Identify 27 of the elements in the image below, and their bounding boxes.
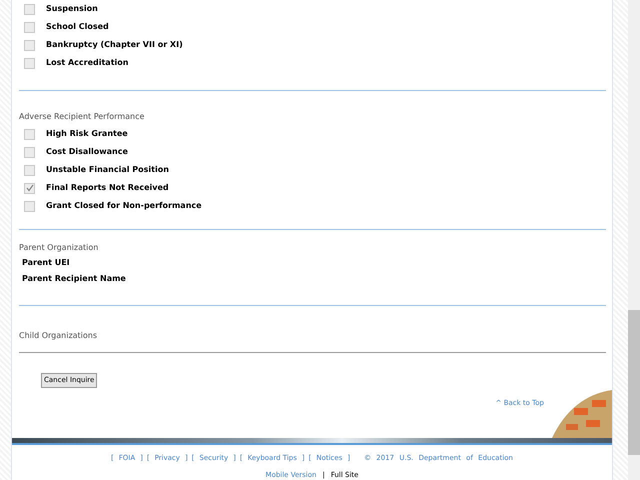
checkbox-label: Cost Disallowance bbox=[46, 146, 128, 158]
checkbox[interactable] bbox=[24, 22, 35, 32]
checkbox[interactable] bbox=[24, 4, 35, 14]
section-title: Child Organizations bbox=[19, 330, 98, 342]
checkbox-label: Lost Accreditation bbox=[46, 57, 128, 69]
checkbox[interactable] bbox=[24, 40, 35, 50]
checkbox-label: Unstable Financial Position bbox=[46, 164, 169, 176]
checkbox-label: Final Reports Not Received bbox=[46, 182, 169, 194]
scrollbar-thumb[interactable] bbox=[628, 310, 640, 455]
field-label: Parent Recipient Name bbox=[21, 273, 127, 285]
section-title: Parent Organization bbox=[19, 242, 100, 254]
section-title: Adverse Recipient Performance bbox=[19, 111, 146, 123]
field-label: Parent UEI bbox=[21, 257, 71, 269]
checkbox-label: School Closed bbox=[46, 21, 109, 33]
checkbox[interactable] bbox=[24, 128, 35, 140]
checkbox[interactable] bbox=[24, 182, 35, 194]
checkbox-label: Bankruptcy (Chapter VII or XI) bbox=[46, 39, 183, 51]
checkbox[interactable] bbox=[24, 146, 35, 158]
classroom-desks-drawing bbox=[552, 390, 612, 438]
checkbox[interactable] bbox=[24, 58, 35, 68]
scrollbar[interactable] bbox=[628, 0, 640, 480]
checkbox-label: High Risk Grantee bbox=[46, 128, 128, 140]
checkbox-label: Grant Closed for Non-performance bbox=[46, 200, 202, 212]
checkbox-label: Suspension bbox=[46, 3, 98, 15]
check-icon bbox=[26, 184, 34, 192]
checkbox[interactable] bbox=[24, 164, 35, 176]
checkbox[interactable] bbox=[24, 200, 35, 212]
